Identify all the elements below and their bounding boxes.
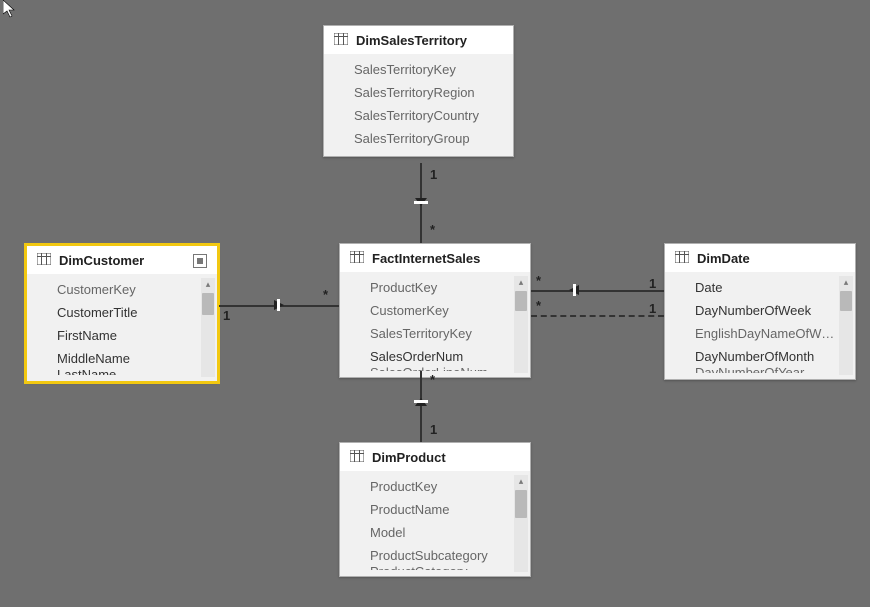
- table-title: DimProduct: [372, 450, 520, 465]
- scroll-thumb[interactable]: [515, 490, 527, 518]
- table-header[interactable]: DimDate: [665, 244, 855, 272]
- table-title: DimSalesTerritory: [356, 33, 503, 48]
- cardinality-many: *: [323, 287, 328, 302]
- table-header[interactable]: FactInternetSales: [340, 244, 530, 272]
- cardinality-one: 1: [649, 276, 656, 291]
- cardinality-one: 1: [649, 301, 656, 316]
- cardinality-many: *: [536, 298, 541, 313]
- table-header[interactable]: DimCustomer: [27, 246, 217, 274]
- field-item[interactable]: SalesTerritoryRegion: [352, 81, 513, 104]
- field-item[interactable]: Date: [693, 276, 855, 299]
- scroll-thumb[interactable]: [840, 291, 852, 311]
- scroll-thumb[interactable]: [515, 291, 527, 311]
- field-item[interactable]: ProductKey: [368, 276, 530, 299]
- table-dim-sales-territory[interactable]: DimSalesTerritory SalesTerritoryKey Sale…: [323, 25, 514, 157]
- scroll-up-icon[interactable]: ▴: [844, 276, 849, 289]
- field-item[interactable]: DayNumberOfMonth: [693, 345, 855, 365]
- scrollbar[interactable]: ▴: [839, 276, 853, 375]
- field-item[interactable]: EnglishDayNameOfWeek: [693, 322, 855, 345]
- cardinality-one: 1: [223, 308, 230, 323]
- scrollbar[interactable]: ▴: [201, 278, 215, 377]
- table-icon: [37, 253, 51, 268]
- cardinality-many: *: [430, 222, 435, 237]
- field-item[interactable]: SalesOrderLineNum: [368, 365, 530, 371]
- table-dim-customer[interactable]: DimCustomer CustomerKey CustomerTitle Fi…: [26, 245, 218, 382]
- table-title: FactInternetSales: [372, 251, 520, 266]
- field-item[interactable]: MiddleName: [55, 347, 217, 367]
- cardinality-many: *: [536, 273, 541, 288]
- field-item[interactable]: CustomerKey: [55, 278, 217, 301]
- table-title: DimCustomer: [59, 253, 187, 268]
- filter-direction-icon: [270, 296, 288, 310]
- cardinality-one: 1: [430, 422, 437, 437]
- filter-direction-icon: [412, 195, 430, 209]
- table-icon: [334, 33, 348, 48]
- cardinality-many: *: [430, 372, 435, 387]
- field-item[interactable]: DayNumberOfYear: [693, 365, 855, 373]
- table-icon: [675, 251, 689, 266]
- table-icon: [350, 251, 364, 266]
- field-item[interactable]: SalesTerritoryCountry: [352, 104, 513, 127]
- table-dim-product[interactable]: DimProduct ProductKey ProductName Model …: [339, 442, 531, 577]
- field-item[interactable]: ProductCategory: [368, 564, 530, 570]
- field-item[interactable]: DayNumberOfWeek: [693, 299, 855, 322]
- field-item[interactable]: SalesTerritoryGroup: [352, 127, 513, 150]
- scrollbar[interactable]: ▴: [514, 475, 528, 572]
- field-list: SalesTerritoryKey SalesTerritoryRegion S…: [324, 54, 513, 156]
- scroll-up-icon[interactable]: ▴: [206, 278, 211, 291]
- pointer-cursor: [3, 0, 17, 21]
- table-fact-internet-sales[interactable]: FactInternetSales ProductKey CustomerKey…: [339, 243, 531, 378]
- table-icon: [350, 450, 364, 465]
- scrollbar[interactable]: ▴: [514, 276, 528, 373]
- cardinality-one: 1: [430, 167, 437, 182]
- filter-direction-icon: [565, 281, 583, 295]
- field-item[interactable]: SalesOrderNum: [368, 345, 530, 365]
- field-list: ProductKey ProductName Model ProductSubc…: [340, 471, 530, 576]
- field-item[interactable]: CustomerTitle: [55, 301, 217, 324]
- field-list: CustomerKey CustomerTitle FirstName Midd…: [27, 274, 217, 381]
- table-title: DimDate: [697, 251, 845, 266]
- relationship-line-inactive[interactable]: [531, 315, 664, 317]
- table-header[interactable]: DimSalesTerritory: [324, 26, 513, 54]
- field-item[interactable]: ProductName: [368, 498, 530, 521]
- filter-direction-icon: [412, 395, 430, 409]
- field-item[interactable]: SalesTerritoryKey: [368, 322, 530, 345]
- table-dim-date[interactable]: DimDate Date DayNumberOfWeek EnglishDayN…: [664, 243, 856, 380]
- field-list: ProductKey CustomerKey SalesTerritoryKey…: [340, 272, 530, 377]
- field-item[interactable]: LastName: [55, 367, 217, 375]
- field-item[interactable]: SalesTerritoryKey: [352, 58, 513, 81]
- model-diagram-canvas[interactable]: DimSalesTerritory SalesTerritoryKey Sale…: [0, 0, 870, 607]
- scroll-thumb[interactable]: [202, 293, 214, 315]
- scroll-up-icon[interactable]: ▴: [519, 475, 524, 488]
- field-item[interactable]: ProductKey: [368, 475, 530, 498]
- field-list: Date DayNumberOfWeek EnglishDayNameOfWee…: [665, 272, 855, 379]
- field-item[interactable]: CustomerKey: [368, 299, 530, 322]
- expand-icon[interactable]: [193, 254, 207, 268]
- field-item[interactable]: FirstName: [55, 324, 217, 347]
- table-header[interactable]: DimProduct: [340, 443, 530, 471]
- scroll-up-icon[interactable]: ▴: [519, 276, 524, 289]
- relationship-line[interactable]: [531, 290, 664, 292]
- field-item[interactable]: Model: [368, 521, 530, 544]
- field-item[interactable]: ProductSubcategory: [368, 544, 530, 564]
